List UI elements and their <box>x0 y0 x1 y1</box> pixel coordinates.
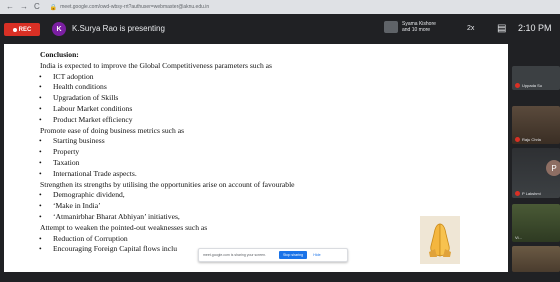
slide-bullet-item: International Trade aspects. <box>39 168 508 180</box>
participant-tile[interactable] <box>512 246 560 272</box>
url-text: meet.google.com/owd-wbsy-rrt?authuser=we… <box>60 4 210 10</box>
back-arrow-icon[interactable]: ← <box>6 0 14 14</box>
participant-tile[interactable]: Uppada Su <box>512 66 560 90</box>
slide-text-line: India is expected to improve the Global … <box>40 60 272 70</box>
bullet-text: Encouraging Foreign Capital flows inclu <box>53 244 178 254</box>
slide-text-line: Strengthen its strengths by utilising th… <box>40 179 295 189</box>
chat-icon[interactable]: ▤ <box>497 23 506 34</box>
screen-share-notice: meet.google.com is sharing your screen. … <box>198 248 348 262</box>
share-notice-text: meet.google.com is sharing your screen. <box>203 253 267 257</box>
participant-name: Uppada Su <box>522 83 543 88</box>
forward-arrow-icon[interactable]: → <box>20 0 28 14</box>
recording-badge: REC <box>4 23 40 36</box>
layout-icon[interactable]: 2x <box>467 25 474 32</box>
bullet-text: Reduction of Corruption <box>53 233 128 243</box>
slide-bullet-item: Taxation <box>39 157 508 169</box>
bullet-text: Demographic dividend, <box>53 190 125 200</box>
bullet-text: ICT adoption <box>53 71 94 81</box>
bullet-text: Taxation <box>53 157 80 167</box>
url-field[interactable]: 🔒 meet.google.com/owd-wbsy-rrt?authuser=… <box>46 2 209 12</box>
participant-avatar: P <box>546 160 560 176</box>
slide-bullet-item: Upgradation of Skills <box>39 93 508 104</box>
participant-name: Vi... <box>515 235 522 240</box>
slide-bullet-item: Labour Market conditions <box>39 103 508 115</box>
browser-address-bar: ← → C 🔒 meet.google.com/owd-wbsy-rrt?aut… <box>0 0 560 14</box>
record-dot-icon <box>12 27 17 32</box>
participant-name: Raju Chrla <box>522 137 541 142</box>
participant-label: P Lakshmi <box>515 191 541 196</box>
participant-strip: Uppada Su Raju Chrla P P Lakshmi Vi... <box>510 44 560 272</box>
slide-bullet-item: Product Market efficiency <box>39 114 508 126</box>
bullet-text: International Trade aspects. <box>53 168 137 178</box>
reload-icon[interactable]: C <box>34 0 40 14</box>
bullet-text: Labour Market conditions <box>53 103 133 113</box>
presenter-status: K.Surya Rao is presenting <box>72 24 165 33</box>
slide-bullet-item: ICT adoption <box>39 71 508 83</box>
participant-name: P Lakshmi <box>522 191 541 196</box>
mic-off-icon <box>515 191 520 196</box>
shared-screen: Conclusion: India is expected to improve… <box>4 44 508 272</box>
stop-sharing-button[interactable]: Stop sharing <box>279 251 308 259</box>
slide-heading: Conclusion: <box>40 50 79 59</box>
rec-label: REC <box>18 26 32 33</box>
meet-top-bar: REC K K.Surya Rao is presenting Syama Ki… <box>0 14 560 44</box>
participant-label: Uppada Su <box>515 83 542 88</box>
clock-time: 2:10 PM <box>518 23 552 33</box>
participants-text: Syama Kishore and 10 more <box>402 21 436 33</box>
bullet-text: Upgradation of Skills <box>53 93 119 103</box>
slide-bullet-item: Health conditions <box>39 82 508 93</box>
folded-hands-icon <box>420 216 460 264</box>
participant-tile[interactable]: Raju Chrla <box>512 106 560 144</box>
participant-label: Raju Chrla <box>515 137 541 142</box>
bullet-text: ‘Make in India’ <box>53 201 101 211</box>
presenter-avatar: K <box>52 22 66 36</box>
bottom-strip <box>0 272 560 282</box>
bullet-text: Property <box>53 147 80 157</box>
participant-thumbnail <box>384 21 398 33</box>
participant-label: Vi... <box>515 235 522 240</box>
bullet-text: Product Market efficiency <box>53 114 133 124</box>
mic-off-icon <box>515 83 520 88</box>
slide-bullet-item: Demographic dividend, <box>39 190 508 201</box>
bullet-text: ‘Atmanirbhar Bharat Abhiyan’ initiatives… <box>53 211 180 221</box>
slide-text-line: Promote ease of doing business metrics s… <box>40 125 185 135</box>
participants-summary[interactable]: Syama Kishore and 10 more <box>384 21 444 33</box>
participant-tile[interactable]: P P Lakshmi <box>512 148 560 198</box>
bullet-text: Health conditions <box>53 82 107 92</box>
bullet-text: Starting business <box>53 136 105 146</box>
slide-bullet-item: ‘Make in India’ <box>39 201 508 212</box>
participant-tile[interactable]: Vi... <box>512 204 560 242</box>
slide-bullet-item: Starting business <box>39 136 508 147</box>
lock-icon: 🔒 <box>49 4 58 11</box>
mic-off-icon <box>515 137 520 142</box>
slide-bullet-item: Property <box>39 147 508 158</box>
hide-button[interactable]: Hide <box>313 253 320 257</box>
